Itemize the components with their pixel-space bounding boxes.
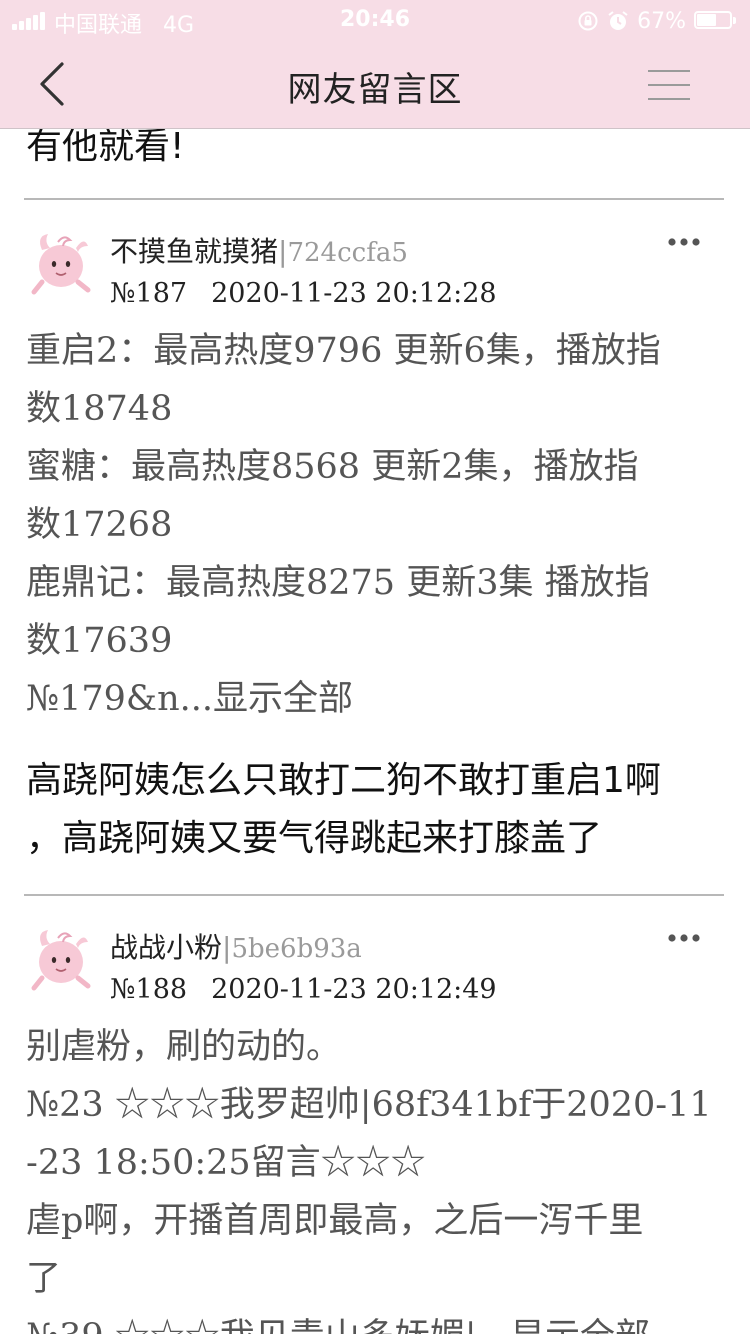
page-title: 网友留言区 (287, 70, 463, 110)
user-id: 5be6b93a (231, 934, 362, 964)
status-icons: 67% (577, 8, 738, 34)
show-all-link[interactable]: №179&n...显示全部 (26, 670, 726, 728)
comment-meta: №188 2020-11-23 20:12:49 (110, 974, 497, 1005)
quoted-line: №23 ☆☆☆我罗超帅|68f341bf于2020-11 (26, 1085, 712, 1125)
quoted-line: 了 (26, 1259, 62, 1299)
comment-number: №188 (110, 974, 188, 1005)
quoted-line: 数18748 (26, 389, 173, 429)
quoted-line: 数17268 (26, 505, 173, 545)
reply-line: 高跷阿姨怎么只敢打二狗不敢打重启1啊 (26, 760, 661, 801)
quoted-line: 虐p啊，开播首周即最高，之后一泻千里 (26, 1201, 644, 1241)
battery-icon (694, 11, 738, 31)
username[interactable]: 不摸鱼就摸猪|724ccfa5 (110, 230, 408, 270)
nav-header: 网友留言区 (0, 40, 750, 128)
comment-meta: №187 2020-11-23 20:12:28 (110, 278, 497, 309)
reply-line: ，高跷阿姨又要气得跳起来打膝盖了 (26, 818, 603, 859)
more-options-icon[interactable] (668, 934, 700, 944)
battery-percent: 67% (637, 8, 686, 34)
quoted-line: 鹿鼎记：最高热度8275 更新3集 播放指 (26, 563, 650, 603)
quoted-line: 蜜糖：最高热度8568 更新2集，播放指 (26, 447, 639, 487)
comment-number: №187 (110, 278, 188, 309)
comment-timestamp: 2020-11-23 20:12:28 (211, 278, 497, 309)
top-bar: 中国联通 4G 20:46 67% 网友留言区 (0, 0, 750, 129)
comment-divider (24, 198, 724, 200)
quoted-content: 别虐粉，刷的动的。 №23 ☆☆☆我罗超帅|68f341bf于2020-11 -… (26, 1018, 726, 1334)
comment-divider (24, 894, 724, 896)
reply-content: 高跷阿姨怎么只敢打二狗不敢打重启1啊 ，高跷阿姨又要气得跳起来打膝盖了 (26, 752, 726, 868)
status-bar: 中国联通 4G 20:46 67% (0, 0, 750, 40)
quoted-line: 数17639 (26, 621, 173, 661)
quoted-line: -23 18:50:25留言☆☆☆ (26, 1143, 426, 1183)
comment-timestamp: 2020-11-23 20:12:49 (211, 974, 497, 1005)
quoted-content: 重启2：最高热度9796 更新6集，播放指 数18748 蜜糖：最高热度8568… (26, 322, 726, 728)
comment-feed[interactable]: 有他就看! 不摸鱼就摸猪|724ccfa5 №187 2020-11-23 20:… (0, 0, 750, 1334)
more-options-icon[interactable] (668, 238, 700, 248)
quoted-line: 重启2：最高热度9796 更新6集，播放指 (26, 331, 661, 371)
rotation-lock-icon (578, 11, 598, 31)
username[interactable]: 战战小粉|5be6b93a (110, 926, 362, 966)
username-text: 战战小粉 (110, 931, 223, 964)
username-text: 不摸鱼就摸猪 (110, 235, 279, 268)
quoted-line: 别虐粉，刷的动的。 (26, 1027, 342, 1067)
avatar[interactable] (30, 924, 92, 992)
user-id: 724ccfa5 (287, 238, 408, 268)
hamburger-menu-icon[interactable] (648, 68, 690, 102)
show-all-link[interactable]: №39 ☆☆☆我见青山多妩媚|...显示全部 (26, 1308, 726, 1334)
avatar[interactable] (30, 228, 92, 296)
alarm-clock-icon (608, 11, 628, 30)
